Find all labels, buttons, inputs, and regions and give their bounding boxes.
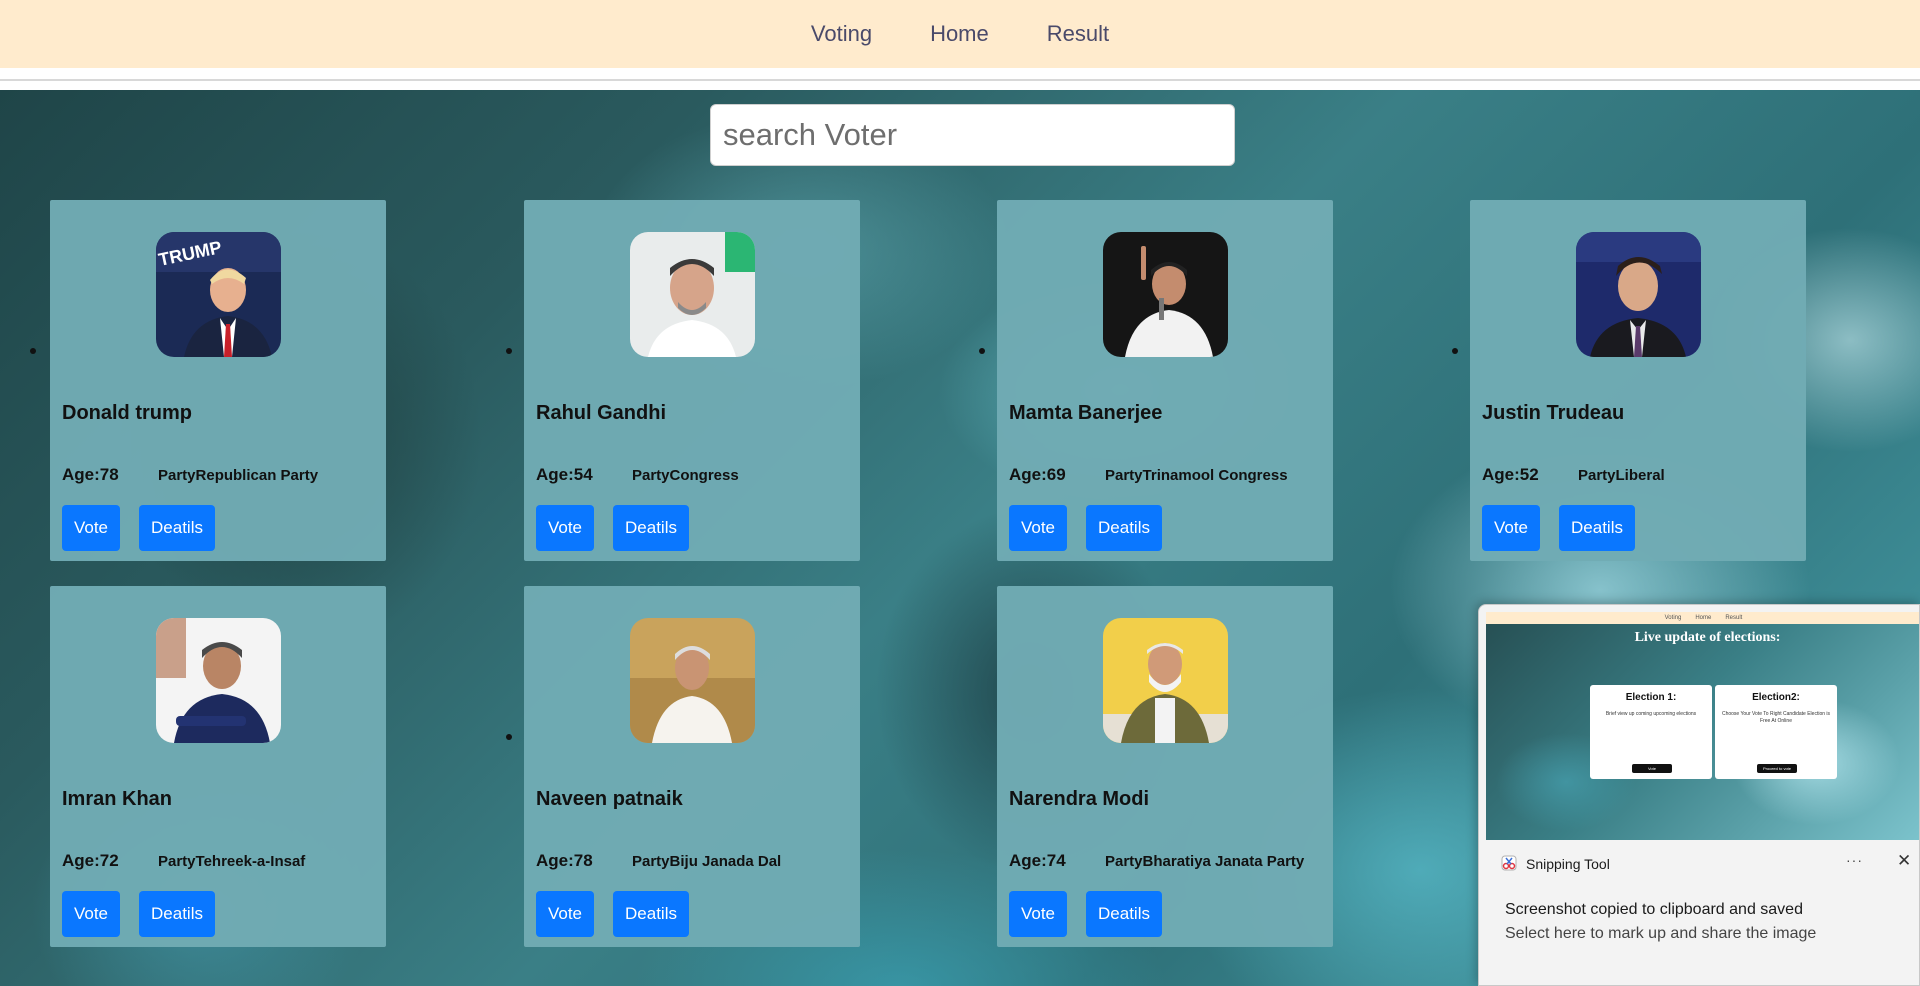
candidate-age: Age:52 — [1482, 465, 1539, 484]
details-button[interactable]: Deatils — [613, 505, 689, 551]
notification-subtext: Select here to mark up and share the ima… — [1505, 925, 1817, 942]
preview-card-text: Choose Your Vote To Right Candidate Elec… — [1721, 711, 1831, 724]
candidate-age: Age:78 — [62, 465, 119, 484]
candidate-party: PartyLiberal — [1578, 467, 1665, 484]
vote-button[interactable]: Vote — [536, 891, 594, 937]
candidate-age: Age:78 — [536, 851, 593, 870]
candidate-photo-image — [630, 618, 755, 743]
list-bullet — [30, 348, 36, 354]
preview-title: Live update of elections: — [1634, 630, 1781, 645]
preview-nav-item: Voting — [1664, 615, 1682, 621]
vote-button[interactable]: Vote — [1009, 891, 1067, 937]
candidate-party: PartyCongress — [632, 467, 739, 484]
preview-nav-item: Home — [1695, 615, 1712, 621]
notification-message: Screenshot copied to clipboard and saved — [1505, 901, 1803, 918]
list-bullet — [506, 348, 512, 354]
candidate-name: Mamta Banerjee — [1009, 402, 1163, 424]
vote-button[interactable]: Vote — [62, 505, 120, 551]
list-bullet — [506, 734, 512, 740]
candidate-party: PartyTrinamool Congress — [1105, 467, 1288, 484]
preview-nav: Voting Home Result — [1486, 612, 1919, 624]
candidate-age: Age:69 — [1009, 465, 1066, 484]
candidate-photo-image — [1103, 618, 1228, 743]
candidate-photo-image — [1576, 232, 1701, 357]
candidate-name: Justin Trudeau — [1482, 402, 1625, 424]
candidate-name: Naveen patnaik — [536, 788, 683, 810]
candidate-name: Donald trump — [62, 402, 192, 424]
notification-app-name: Snipping Tool — [1526, 856, 1610, 872]
preview-card-heading: Election2: — [1752, 692, 1800, 703]
vote-button[interactable]: Vote — [1009, 505, 1067, 551]
preview-card-button: Vote — [1632, 764, 1672, 773]
candidate-photo-image: TRUMP — [156, 232, 281, 357]
candidate-age: Age:74 — [1009, 851, 1066, 870]
preview-card-button: Proceed to vote — [1757, 764, 1797, 773]
preview-nav-item: Result — [1725, 615, 1743, 621]
candidate-photo — [630, 618, 755, 743]
candidate-age: Age:72 — [62, 851, 119, 870]
candidate-card: Naveen patnaik Age:78 PartyBiju Janada D… — [524, 586, 860, 947]
candidate-photo-image — [630, 232, 755, 357]
candidate-photo: TRUMP — [156, 232, 281, 357]
candidate-card: Imran Khan Age:72 PartyTehreek-a-Insaf V… — [50, 586, 386, 947]
preview-card: Election2: Choose Your Vote To Right Can… — [1715, 685, 1837, 779]
close-icon[interactable]: ✕ — [1897, 851, 1911, 871]
candidate-name: Rahul Gandhi — [536, 402, 666, 424]
nav-link-home[interactable]: Home — [930, 21, 989, 47]
preview-card-text: Brief view up coming upcoming elections — [1605, 711, 1697, 717]
details-button[interactable]: Deatils — [1086, 891, 1162, 937]
candidate-card: Rahul Gandhi Age:54 PartyCongress Vote D… — [524, 200, 860, 561]
details-button[interactable]: Deatils — [613, 891, 689, 937]
list-bullet — [979, 348, 985, 354]
snipping-tool-icon — [1501, 855, 1517, 871]
candidate-card: TRUMP Donald trump Age:78 PartyRepublica… — [50, 200, 386, 561]
candidate-photo — [630, 232, 755, 357]
candidate-card: Mamta Banerjee Age:69 PartyTrinamool Con… — [997, 200, 1333, 561]
candidate-photo — [1103, 618, 1228, 743]
candidate-photo — [1576, 232, 1701, 357]
screenshot-preview[interactable]: Voting Home Result Live update of electi… — [1486, 612, 1919, 840]
divider — [0, 79, 1920, 81]
candidate-card: Justin Trudeau Age:52 PartyLiberal Vote … — [1470, 200, 1806, 561]
candidate-photo-image — [1103, 232, 1228, 357]
details-button[interactable]: Deatils — [1559, 505, 1635, 551]
vote-button[interactable]: Vote — [62, 891, 120, 937]
top-nav: Voting Home Result — [0, 0, 1920, 68]
nav-link-voting[interactable]: Voting — [811, 21, 872, 47]
candidate-photo — [156, 618, 281, 743]
candidate-card: Narendra Modi Age:74 PartyBharatiya Jana… — [997, 586, 1333, 947]
vote-button[interactable]: Vote — [536, 505, 594, 551]
details-button[interactable]: Deatils — [139, 891, 215, 937]
more-options-icon[interactable]: ··· — [1846, 852, 1863, 868]
preview-card: Election 1: Brief view up coming upcomin… — [1590, 685, 1712, 779]
candidate-photo-image — [156, 618, 281, 743]
candidate-party: PartyTehreek-a-Insaf — [158, 853, 306, 870]
snipping-tool-notification[interactable]: Voting Home Result Live update of electi… — [1478, 604, 1920, 986]
preview-card-heading: Election 1: — [1625, 692, 1677, 703]
candidate-party: PartyBiju Janada Dal — [632, 853, 782, 870]
search-input[interactable] — [710, 104, 1235, 166]
nav-link-result[interactable]: Result — [1047, 21, 1109, 47]
candidate-name: Imran Khan — [62, 788, 173, 810]
list-bullet — [1452, 348, 1458, 354]
details-button[interactable]: Deatils — [1086, 505, 1162, 551]
candidate-name: Narendra Modi — [1009, 788, 1150, 810]
candidate-party: PartyRepublican Party — [158, 467, 319, 484]
candidate-age: Age:54 — [536, 465, 593, 484]
vote-button[interactable]: Vote — [1482, 505, 1540, 551]
candidate-photo — [1103, 232, 1228, 357]
details-button[interactable]: Deatils — [139, 505, 215, 551]
candidate-party: PartyBharatiya Janata Party — [1105, 853, 1305, 870]
